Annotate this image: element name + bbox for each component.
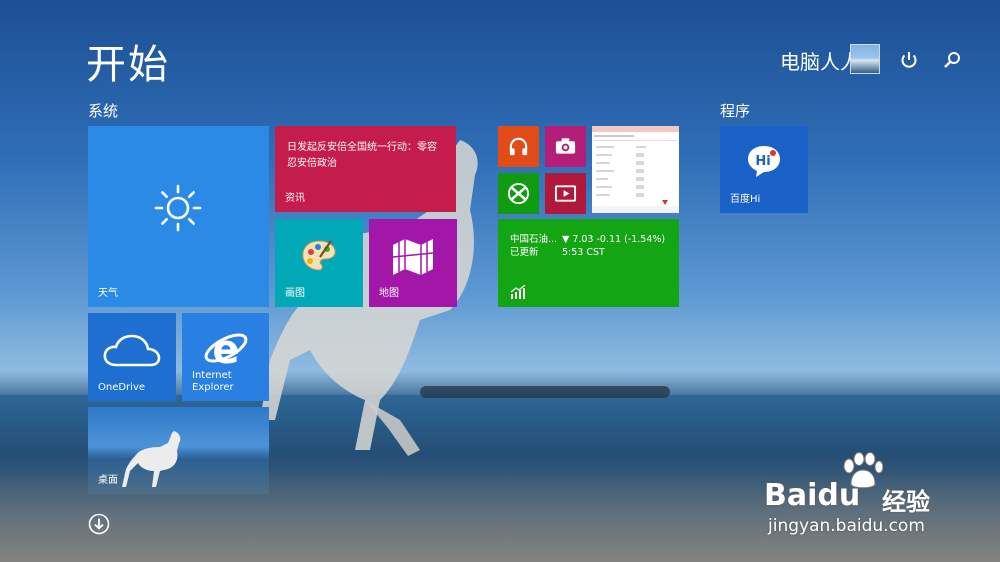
chart-icon: [510, 285, 526, 299]
sun-icon: [154, 184, 202, 232]
tile-label: 地图: [379, 288, 399, 299]
news-headline: 日发起反安倍全国统一行动：零容忍安倍政治: [287, 142, 437, 169]
tile-finance[interactable]: 中国石油... 已更新 ▼ 7.03 -0.11 (-1.54%) 5:53 C…: [498, 219, 679, 307]
tile-label: OneDrive: [98, 382, 146, 393]
tile-onedrive[interactable]: OneDrive: [88, 313, 176, 401]
tile-news[interactable]: 日发起反安倍全国统一行动：零容忍安倍政治 资讯: [275, 126, 456, 212]
cloud-icon: [103, 334, 161, 367]
tile-paint[interactable]: 画图: [275, 219, 363, 307]
start-title: 开始: [86, 42, 170, 88]
finance-time: 5:53 CST: [562, 247, 605, 258]
xbox-icon: [507, 182, 530, 205]
tile-label-line2: Explorer: [192, 382, 234, 393]
avatar[interactable]: [850, 44, 880, 74]
group-header-programs[interactable]: 程序: [720, 100, 750, 121]
search-icon[interactable]: [940, 48, 964, 72]
all-apps-arrow-icon[interactable]: [88, 513, 110, 535]
tile-label: 资讯: [285, 193, 305, 204]
baiduhi-icon: Hi: [748, 146, 780, 177]
watermark-brand2: du: [817, 478, 861, 513]
tile-camera[interactable]: [545, 126, 586, 167]
baidu-jingyan-watermark: Baidu 经验 jingyan.baidu.com: [764, 452, 964, 542]
tile-music[interactable]: [498, 126, 539, 167]
finance-stock-name: 中国石油...: [510, 234, 558, 245]
tile-games[interactable]: [498, 173, 539, 214]
map-icon: [392, 239, 434, 275]
tile-label-line1: Internet: [192, 370, 232, 381]
tile-video[interactable]: [545, 173, 586, 214]
watermark-url: jingyan.baidu.com: [768, 516, 925, 536]
watermark-cn: 经验: [882, 488, 930, 516]
tile-label: 画图: [285, 288, 305, 299]
tile-label: 桌面: [98, 475, 118, 486]
tile-desktop[interactable]: 桌面: [88, 407, 269, 494]
power-icon[interactable]: [897, 48, 921, 72]
headphones-icon: [509, 137, 528, 156]
tile-baiduhi[interactable]: Hi 百度Hi: [720, 126, 808, 213]
tile-app-window[interactable]: [592, 126, 679, 213]
video-icon: [554, 185, 577, 202]
tile-label: 天气: [98, 288, 118, 299]
camera-icon: [555, 138, 576, 154]
tile-maps[interactable]: 地图: [369, 219, 457, 307]
tile-ie[interactable]: e Internet Explorer: [182, 313, 269, 401]
tile-weather[interactable]: 天气: [88, 126, 269, 307]
watermark-brand: Bai: [764, 478, 818, 513]
group-header-system[interactable]: 系统: [88, 100, 118, 121]
palette-icon: [302, 240, 336, 271]
svg-text:e: e: [212, 327, 239, 371]
internet-explorer-icon: e: [204, 327, 248, 371]
tile-label: 百度Hi: [730, 194, 761, 205]
desktop-horse-thumbnail: [122, 431, 181, 487]
finance-status: 已更新: [510, 247, 539, 258]
app-window-thumbnail: [592, 126, 679, 213]
svg-text:Hi: Hi: [755, 154, 770, 169]
finance-quote: ▼ 7.03 -0.11 (-1.54%): [562, 234, 666, 245]
